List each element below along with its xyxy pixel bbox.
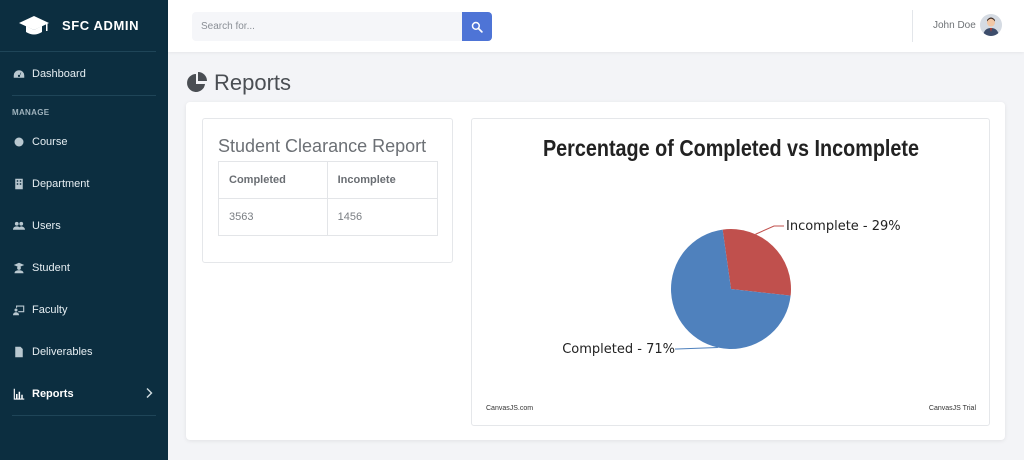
sidebar-item-course[interactable]: Course <box>0 121 168 163</box>
sidebar-item-faculty[interactable]: Faculty <box>0 289 168 331</box>
sidebar-item-reports[interactable]: Reports <box>0 373 168 415</box>
pie-chart: Percentage of Completed vs Incomplete In… <box>486 136 977 412</box>
sidebar-item-department[interactable]: Department <box>0 163 168 205</box>
column-header: Incomplete <box>326 161 439 199</box>
divider <box>12 415 156 416</box>
faculty-icon <box>12 303 26 317</box>
sidebar-item-users[interactable]: Users <box>0 205 168 247</box>
sidebar-item-student[interactable]: Student <box>0 247 168 289</box>
search-icon <box>471 21 483 33</box>
pie-chart-icon <box>187 72 207 92</box>
brand-name: SFC ADMIN <box>62 18 140 33</box>
sidebar-item-dashboard[interactable]: Dashboard <box>0 53 168 95</box>
graduation-cap-icon <box>19 15 49 34</box>
user-avatar-icon <box>980 14 1002 36</box>
sidebar-item-label: Reports <box>32 388 74 400</box>
report-table: Completed Incomplete 3563 1456 <box>218 161 439 236</box>
brand[interactable]: SFC ADMIN <box>0 0 156 52</box>
page-title: Reports <box>186 70 291 96</box>
chart-credit-left[interactable]: CanvasJS.com <box>486 405 533 412</box>
sidebar-item-label: Course <box>32 136 68 148</box>
table-row: 3563 1456 <box>218 198 439 236</box>
column-header: Completed <box>218 161 328 199</box>
sidebar-item-label: Dashboard <box>32 68 86 80</box>
chart-title: Percentage of Completed vs Incomplete <box>543 136 919 162</box>
report-title: Student Clearance Report <box>218 136 427 156</box>
pie-label-incomplete: Incomplete - 29% <box>786 219 901 234</box>
student-icon <box>12 261 26 275</box>
building-icon <box>12 177 26 191</box>
user-name[interactable]: John Doe <box>933 20 976 31</box>
sidebar-item-label: Student <box>32 262 70 274</box>
sidebar: SFC ADMIN Dashboard MANAGE Course Depart… <box>0 0 168 460</box>
pie-leader-line <box>675 347 718 350</box>
topbar-divider <box>912 10 913 42</box>
search-bar <box>192 12 492 41</box>
avatar[interactable] <box>980 14 1002 36</box>
chart-credit-right: CanvasJS Trial <box>929 405 977 412</box>
report-card: Student Clearance Report Completed Incom… <box>202 118 453 263</box>
pie-label-completed: Completed - 71% <box>562 342 675 357</box>
pie-leader-line <box>755 225 784 235</box>
search-button[interactable] <box>462 12 492 41</box>
main-card: Student Clearance Report Completed Incom… <box>186 102 1005 440</box>
search-input[interactable] <box>192 12 462 41</box>
pie-slice-incomplete[interactable] <box>722 229 791 296</box>
sidebar-item-label: Deliverables <box>32 346 93 358</box>
chart-card: Percentage of Completed vs Incomplete In… <box>471 118 990 426</box>
table-header-row: Completed Incomplete <box>218 161 439 199</box>
circle-icon <box>12 135 26 149</box>
table-cell: 3563 <box>218 198 328 236</box>
users-icon <box>12 219 26 233</box>
chevron-right-icon[interactable] <box>146 387 154 401</box>
topbar: John Doe <box>168 0 1024 52</box>
dashboard-icon <box>12 67 26 81</box>
page-title-text: Reports <box>214 70 292 95</box>
sidebar-item-deliverables[interactable]: Deliverables <box>0 331 168 373</box>
sidebar-item-label: Users <box>32 220 61 232</box>
section-label: MANAGE <box>12 108 50 117</box>
chart-bar-icon <box>12 387 26 401</box>
sidebar-item-label: Department <box>32 178 90 190</box>
table-cell: 1456 <box>326 198 439 236</box>
sidebar-item-label: Faculty <box>32 304 68 316</box>
document-icon <box>12 345 26 359</box>
